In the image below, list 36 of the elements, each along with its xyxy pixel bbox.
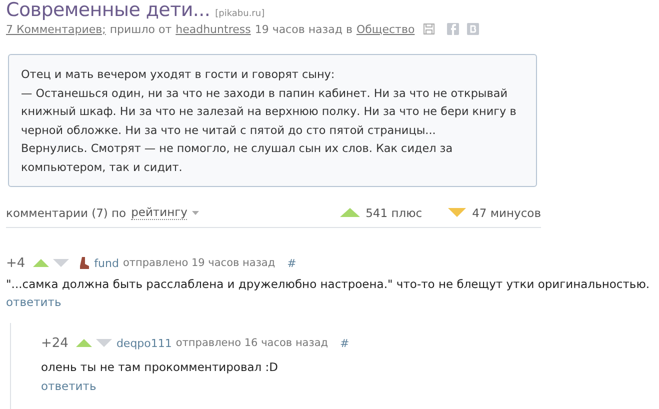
- permalink[interactable]: #: [287, 256, 296, 270]
- downvote-icon[interactable]: [96, 339, 112, 347]
- upvote-icon[interactable]: [76, 339, 92, 347]
- facebook-icon[interactable]: [446, 23, 459, 35]
- plus-count: 541 плюс: [366, 206, 422, 220]
- comment-text: олень ты не там прокомментировал :D: [41, 360, 280, 374]
- save-icon[interactable]: [422, 23, 435, 35]
- story-text: Отец и мать вечером уходят в гости и говорят сыну:: [21, 67, 336, 83]
- comments-link[interactable]: 7 Комментариев;: [6, 22, 106, 36]
- downvote-icon: [448, 208, 466, 217]
- reply-link[interactable]: ответить: [41, 379, 659, 393]
- comment-author[interactable]: fund: [94, 256, 119, 270]
- comment-time: отправлено 16 часов назад: [176, 337, 328, 349]
- comment-time: отправлено 19 часов назад: [122, 257, 276, 269]
- source-label: [pikabu.ru]: [215, 9, 265, 19]
- downvote-icon[interactable]: [53, 259, 70, 267]
- meta-text: 19 часов назад в: [254, 22, 352, 36]
- post-title[interactable]: Современные дети...: [6, 0, 210, 20]
- upvote-icon: [340, 208, 360, 217]
- sort-dropdown[interactable]: рейтингу: [131, 205, 188, 220]
- upvote-icon[interactable]: [33, 259, 50, 267]
- story-text: Вернулись. Смотрят — не помогло, не слушал сын их слов. Как сидел за компьютером, так и сидит.: [21, 141, 454, 176]
- comments-label: комментарии (7) по: [6, 206, 126, 220]
- minus-count: 47 минусов: [472, 206, 541, 220]
- comment-rating: +4: [6, 256, 26, 270]
- reply-link[interactable]: ответить: [6, 295, 659, 309]
- caret-icon[interactable]: [192, 210, 200, 214]
- vk-icon[interactable]: [466, 23, 479, 35]
- meta-text: пришло от: [110, 22, 172, 36]
- comment-author[interactable]: deqpo111: [116, 336, 172, 350]
- story-text: — Останешься один, ни за что не заходи в папин кабинет. Ни за что не открывай книжный шкаф. Ни за что не залезай на верхнюю полку. Ни за что не бери книгу в черной обложке. Ни за что не читай с пятой до сто пятой страницы...: [21, 86, 518, 138]
- permalink[interactable]: #: [340, 336, 350, 350]
- comment-rating: +24: [41, 336, 68, 350]
- comment-text: "...самка должна быть расслаблена и дружелюбно настроена." что-то не блещут утки оригинальностью.: [6, 277, 651, 291]
- author-link[interactable]: headhuntress: [176, 22, 251, 36]
- category-link[interactable]: Общество: [356, 22, 415, 36]
